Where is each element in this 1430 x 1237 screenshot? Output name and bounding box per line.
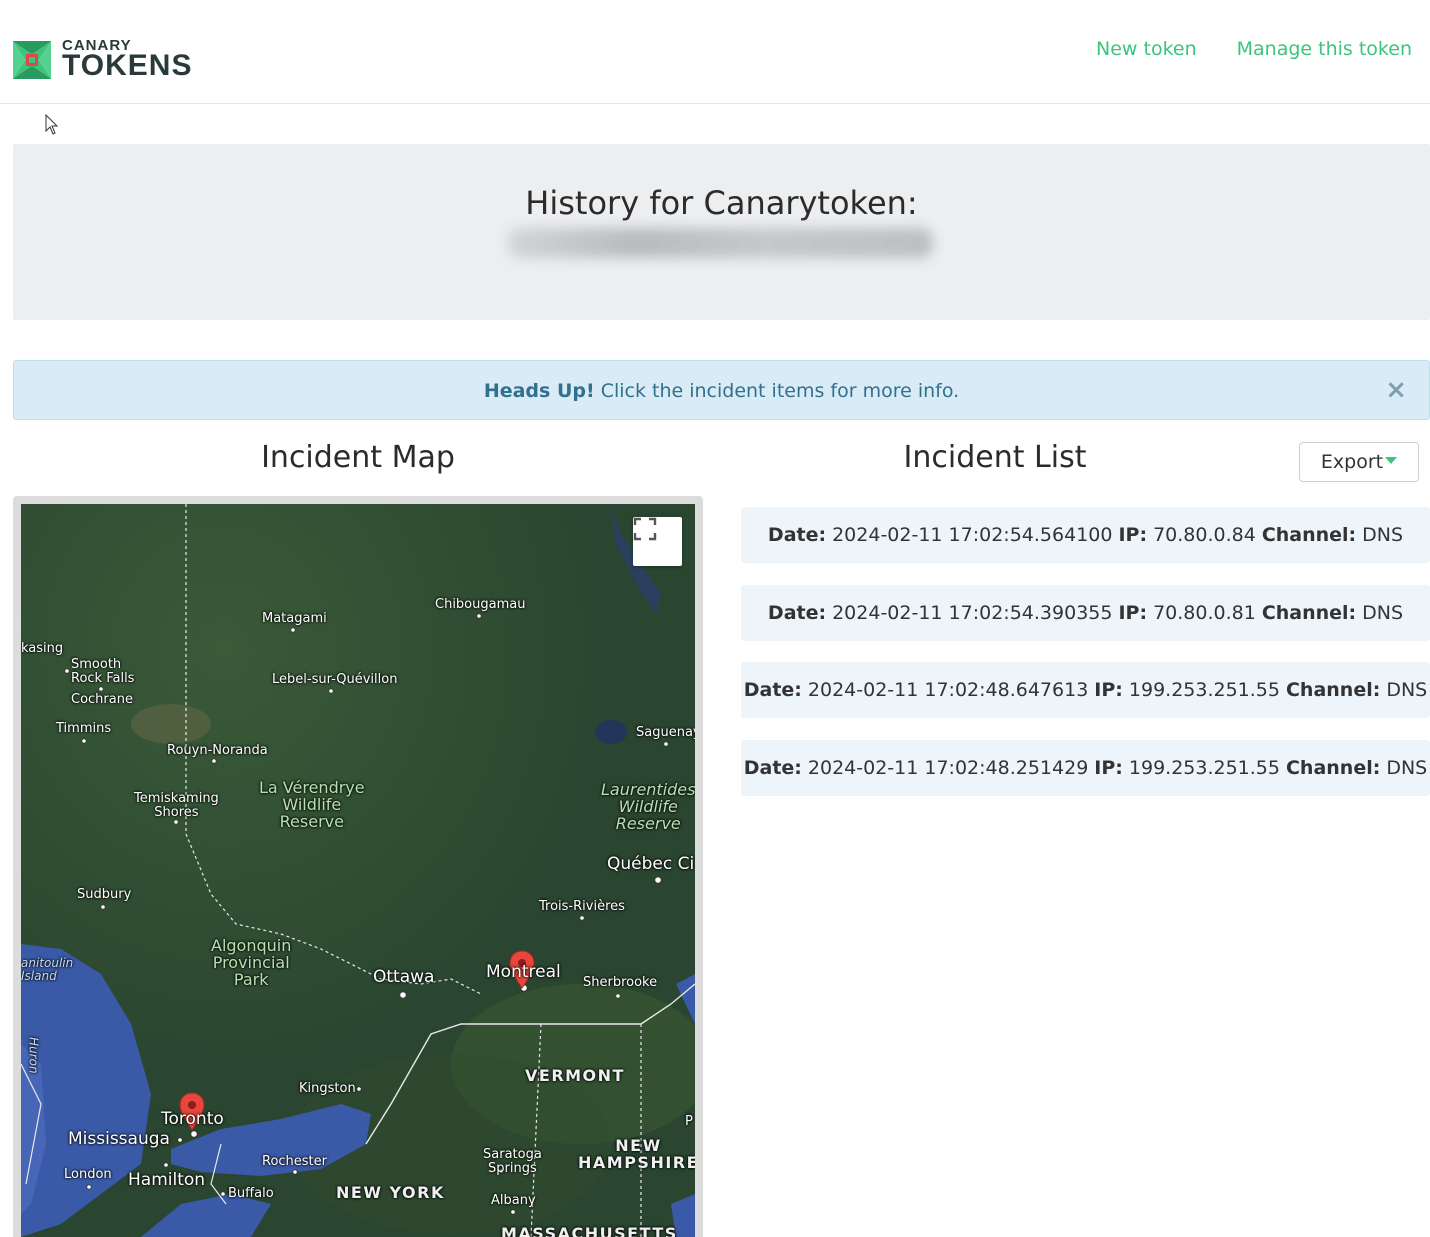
incident-ip: 70.80.0.81 xyxy=(1153,602,1256,624)
map-label-hamilton: Hamilton xyxy=(128,1170,206,1190)
canary-logo-icon xyxy=(13,40,51,79)
incident-map[interactable]: kasing Smooth Rock Falls Cochrane Timmin… xyxy=(21,504,695,1237)
map-terrain xyxy=(21,504,695,1237)
incident-ip: 199.253.251.55 xyxy=(1128,679,1280,701)
incident-date: 2024-02-11 17:02:54.564100 xyxy=(832,524,1113,546)
map-label-huron: Huron xyxy=(26,1037,41,1074)
map-label-la-verendrye: La Vérendrye Wildlife Reserve xyxy=(259,778,365,831)
caret-down-icon xyxy=(1385,456,1398,464)
page-title: History for Canarytoken: xyxy=(525,184,918,222)
incident-channel: DNS xyxy=(1362,602,1404,624)
map-label-montreal: Montreal xyxy=(486,962,561,982)
map-label-temiskaming: Temiskaming Shores xyxy=(134,791,219,820)
map-label-kingston: Kingston xyxy=(299,1081,356,1096)
map-label-timmins: Timmins xyxy=(56,721,112,736)
brand-logo[interactable]: CANARY TOKENS xyxy=(12,38,192,81)
map-label-toronto: Toronto xyxy=(161,1109,224,1129)
map-label-ottawa: Ottawa xyxy=(373,967,435,987)
incident-list-heading: Incident List xyxy=(903,440,1087,475)
token-id-redacted xyxy=(508,228,933,258)
map-label-london: London xyxy=(64,1167,112,1182)
fullscreen-icon xyxy=(633,517,657,541)
incident-channel: DNS xyxy=(1362,524,1404,546)
incident-channel: DNS xyxy=(1386,757,1428,779)
incident-item[interactable]: Date: 2024-02-11 17:02:54.390355 IP: 70.80… xyxy=(741,585,1430,641)
map-label-saratoga: Saratoga Springs xyxy=(483,1147,542,1176)
map-label-buffalo: Buffalo xyxy=(228,1186,274,1201)
incident-item[interactable]: Date: 2024-02-11 17:02:54.564100 IP: 70.80… xyxy=(741,507,1430,563)
map-label-quebec: Québec Ci xyxy=(607,854,695,874)
map-label-matagami: Matagami xyxy=(262,611,327,626)
incident-item[interactable]: Date: 2024-02-11 17:02:48.251429 IP: 199.2… xyxy=(741,740,1430,796)
map-label-new-york: NEW YORK xyxy=(336,1183,445,1202)
map-label-mississauga: Mississauga xyxy=(68,1129,170,1149)
map-label-lebel: Lebel-sur-Quévillon xyxy=(272,672,398,687)
heads-up-alert: Heads Up! Click the incident items for m… xyxy=(13,360,1430,420)
alert-close-button[interactable]: × xyxy=(1385,375,1407,405)
map-label-trois-rivieres: Trois-Rivières xyxy=(539,899,625,914)
incident-ip: 70.80.0.84 xyxy=(1153,524,1256,546)
map-label-rochester: Rochester xyxy=(262,1154,327,1169)
map-label-p: P xyxy=(685,1114,693,1129)
map-label-cochrane: Cochrane xyxy=(71,692,133,707)
navbar: CANARY TOKENS New token Manage this toke… xyxy=(0,0,1430,104)
map-label-kasing: kasing xyxy=(21,641,64,656)
incident-date: 2024-02-11 17:02:48.647613 xyxy=(807,679,1089,701)
map-fullscreen-button[interactable] xyxy=(633,517,682,566)
map-label-laurentides: Laurentides Wildlife Reserve xyxy=(601,780,695,833)
export-dropdown-button[interactable]: Export xyxy=(1299,442,1419,482)
new-token-link[interactable]: New token xyxy=(1096,38,1197,60)
incident-item[interactable]: Date: 2024-02-11 17:02:48.647613 IP: 199.2… xyxy=(741,662,1430,718)
map-label-algonquin: Algonquin Provincial Park xyxy=(211,936,292,989)
incident-channel: DNS xyxy=(1386,679,1428,701)
map-label-chibougamau: Chibougamau xyxy=(435,597,526,612)
map-label-massachusetts: MASSACHUSETTS xyxy=(501,1224,678,1237)
map-label-saguenay: Saguenay xyxy=(636,725,695,740)
mouse-cursor-icon xyxy=(45,114,59,135)
map-label-smooth-rock-falls: Smooth Rock Falls xyxy=(71,657,135,686)
export-label: Export xyxy=(1320,451,1384,473)
map-label-sherbrooke: Sherbrooke xyxy=(583,975,658,990)
map-label-sudbury: Sudbury xyxy=(77,887,132,902)
map-label-vermont: VERMONT xyxy=(525,1066,625,1085)
map-label-rouyn-noranda: Rouyn-Noranda xyxy=(167,743,268,758)
incident-map-heading: Incident Map xyxy=(261,440,455,475)
incident-date: 2024-02-11 17:02:48.251429 xyxy=(807,757,1089,779)
incident-date: 2024-02-11 17:02:54.390355 xyxy=(832,602,1113,624)
map-label-new-hampshire: NEW HAMPSHIRE xyxy=(578,1136,695,1172)
map-label-albany: Albany xyxy=(491,1193,536,1208)
map-label-manitoulin: anitoulin Island xyxy=(21,956,74,983)
brand-big: TOKENS xyxy=(62,49,193,82)
incident-ip: 199.253.251.55 xyxy=(1128,757,1280,779)
alert-message: Click the incident items for more info. xyxy=(600,380,960,402)
alert-strong: Heads Up! xyxy=(483,380,595,402)
manage-token-link[interactable]: Manage this token xyxy=(1237,38,1412,60)
